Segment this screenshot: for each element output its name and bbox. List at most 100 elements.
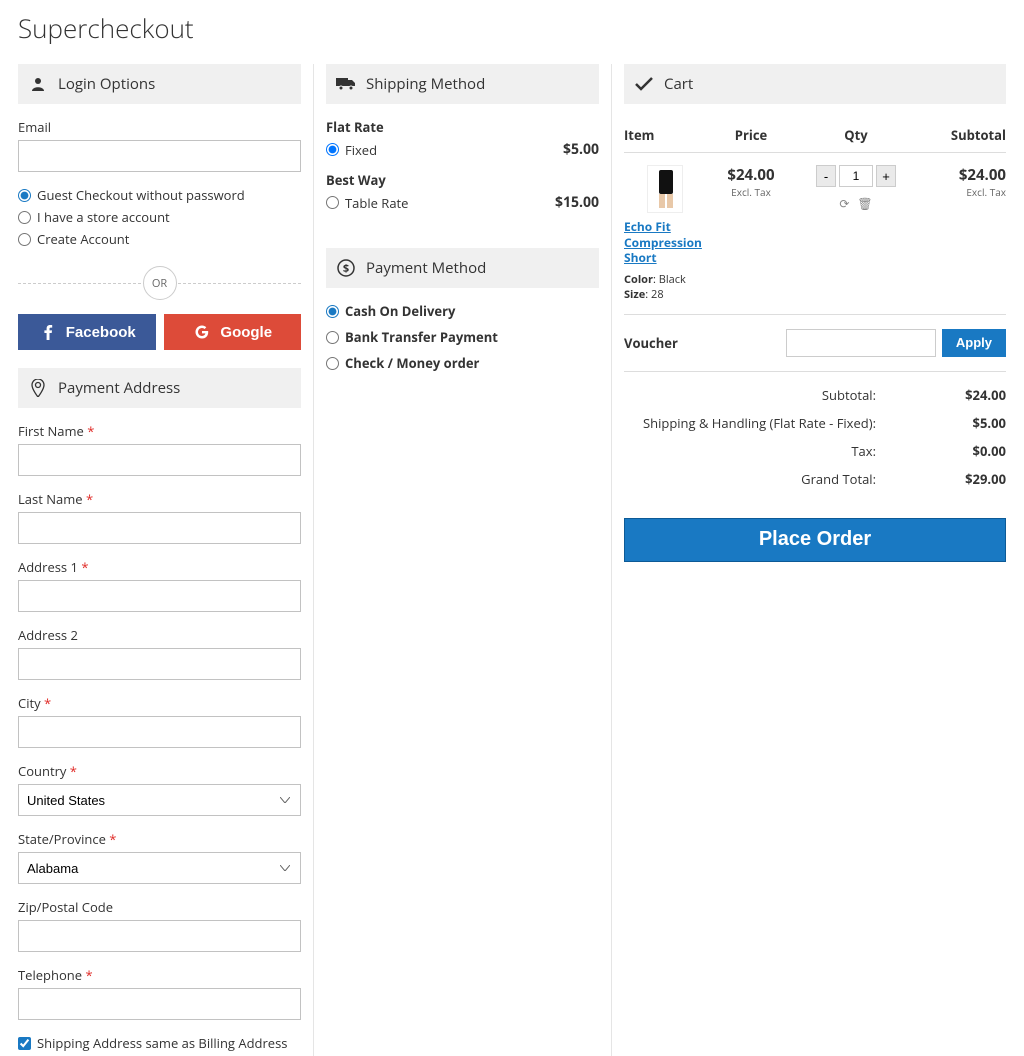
pay-cod-radio[interactable]: [326, 305, 339, 318]
svg-text:$: $: [343, 261, 349, 276]
cart-row: Echo Fit Compression Short Color: Black …: [624, 153, 1006, 315]
login-header-title: Login Options: [58, 74, 155, 94]
ship-group-flatrate: Flat Rate: [326, 118, 599, 136]
col-subtotal: Subtotal: [916, 126, 1006, 144]
city-input[interactable]: [18, 716, 301, 748]
item-price-excl: Excl. Tax: [706, 185, 796, 199]
subtotal-label: Subtotal:: [624, 386, 916, 404]
color-label: Color: [624, 272, 653, 287]
create-account-radio[interactable]: [18, 233, 31, 246]
facebook-label: Facebook: [66, 324, 136, 341]
telephone-label: Telephone: [18, 966, 301, 984]
firstname-input[interactable]: [18, 444, 301, 476]
lastname-input[interactable]: [18, 512, 301, 544]
same-address-checkbox[interactable]: [18, 1037, 31, 1050]
google-label: Google: [220, 324, 272, 341]
state-select[interactable]: Alabama: [18, 852, 301, 884]
qty-input[interactable]: [839, 165, 873, 187]
address-header: Payment Address: [18, 368, 301, 408]
facebook-icon: [38, 322, 58, 342]
product-thumbnail: [647, 165, 683, 213]
product-name-link[interactable]: Echo Fit Compression Short: [624, 219, 706, 266]
ship-fixed-radio[interactable]: [326, 143, 339, 156]
trash-icon[interactable]: 🗑: [857, 195, 872, 212]
have-account-label[interactable]: I have a store account: [37, 208, 170, 226]
tax-value: $0.00: [916, 442, 1006, 460]
dollar-circle-icon: $: [336, 258, 356, 278]
shipping-header-title: Shipping Method: [366, 74, 485, 94]
item-subtotal-excl: Excl. Tax: [916, 185, 1006, 199]
shipping-total-label: Shipping & Handling (Flat Rate - Fixed):: [624, 414, 916, 432]
city-label: City: [18, 694, 301, 712]
address-header-title: Payment Address: [58, 378, 180, 398]
place-order-button[interactable]: Place Order: [624, 518, 1006, 562]
ship-table-label[interactable]: Table Rate: [345, 194, 408, 212]
facebook-button[interactable]: Facebook: [18, 314, 156, 350]
user-icon: [28, 74, 48, 94]
cart-header-title: Cart: [664, 74, 693, 94]
login-header: Login Options: [18, 64, 301, 104]
address2-input[interactable]: [18, 648, 301, 680]
qty-minus-button[interactable]: -: [816, 165, 836, 187]
col-price: Price: [706, 126, 796, 144]
pay-check-radio[interactable]: [326, 357, 339, 370]
firstname-label: First Name: [18, 422, 301, 440]
pay-cod-label[interactable]: Cash On Delivery: [345, 302, 455, 320]
guest-checkout-radio[interactable]: [18, 189, 31, 202]
address2-label: Address 2: [18, 626, 301, 644]
have-account-radio[interactable]: [18, 211, 31, 224]
shipping-header: Shipping Method: [326, 64, 599, 104]
ship-table-price: $15.00: [555, 193, 599, 212]
qty-plus-button[interactable]: +: [876, 165, 896, 187]
zip-input[interactable]: [18, 920, 301, 952]
page-title: Supercheckout: [18, 10, 1006, 46]
payment-header-title: Payment Method: [366, 258, 486, 278]
ship-group-bestway: Best Way: [326, 171, 599, 189]
col-qty: Qty: [796, 126, 916, 144]
ship-fixed-price: $5.00: [563, 140, 599, 159]
pay-bank-label[interactable]: Bank Transfer Payment: [345, 328, 498, 346]
ship-table-radio[interactable]: [326, 196, 339, 209]
telephone-input[interactable]: [18, 988, 301, 1020]
grand-total-label: Grand Total:: [624, 470, 916, 488]
size-label: Size: [624, 287, 645, 302]
google-icon: [192, 322, 212, 342]
voucher-input[interactable]: [786, 329, 936, 357]
col-item: Item: [624, 126, 706, 144]
refresh-icon[interactable]: ⟳: [839, 195, 849, 212]
or-divider: OR: [18, 266, 301, 300]
color-value: Black: [659, 272, 686, 287]
country-select[interactable]: United States: [18, 784, 301, 816]
lastname-label: Last Name: [18, 490, 301, 508]
address1-input[interactable]: [18, 580, 301, 612]
grand-total-value: $29.00: [916, 470, 1006, 488]
pay-check-label[interactable]: Check / Money order: [345, 354, 479, 372]
payment-header: $ Payment Method: [326, 248, 599, 288]
or-label: OR: [143, 266, 177, 300]
google-button[interactable]: Google: [164, 314, 302, 350]
voucher-label: Voucher: [624, 334, 786, 352]
email-input[interactable]: [18, 140, 301, 172]
guest-checkout-label[interactable]: Guest Checkout without password: [37, 186, 245, 204]
location-pin-icon: [28, 378, 48, 398]
item-subtotal: $24.00: [916, 165, 1006, 185]
cart-header: Cart: [624, 64, 1006, 104]
apply-button[interactable]: Apply: [942, 329, 1006, 357]
check-icon: [634, 74, 654, 94]
cart-table-head: Item Price Qty Subtotal: [624, 118, 1006, 153]
truck-icon: [336, 74, 356, 94]
state-label: State/Province: [18, 830, 301, 848]
zip-label: Zip/Postal Code: [18, 898, 301, 916]
ship-fixed-label[interactable]: Fixed: [345, 141, 377, 159]
shipping-total-value: $5.00: [916, 414, 1006, 432]
size-value: 28: [651, 287, 664, 302]
email-label: Email: [18, 118, 301, 136]
address1-label: Address 1: [18, 558, 301, 576]
subtotal-value: $24.00: [916, 386, 1006, 404]
create-account-label[interactable]: Create Account: [37, 230, 129, 248]
country-label: Country: [18, 762, 301, 780]
item-price: $24.00: [706, 165, 796, 185]
same-address-label[interactable]: Shipping Address same as Billing Address: [37, 1034, 287, 1052]
pay-bank-radio[interactable]: [326, 331, 339, 344]
tax-label: Tax:: [624, 442, 916, 460]
